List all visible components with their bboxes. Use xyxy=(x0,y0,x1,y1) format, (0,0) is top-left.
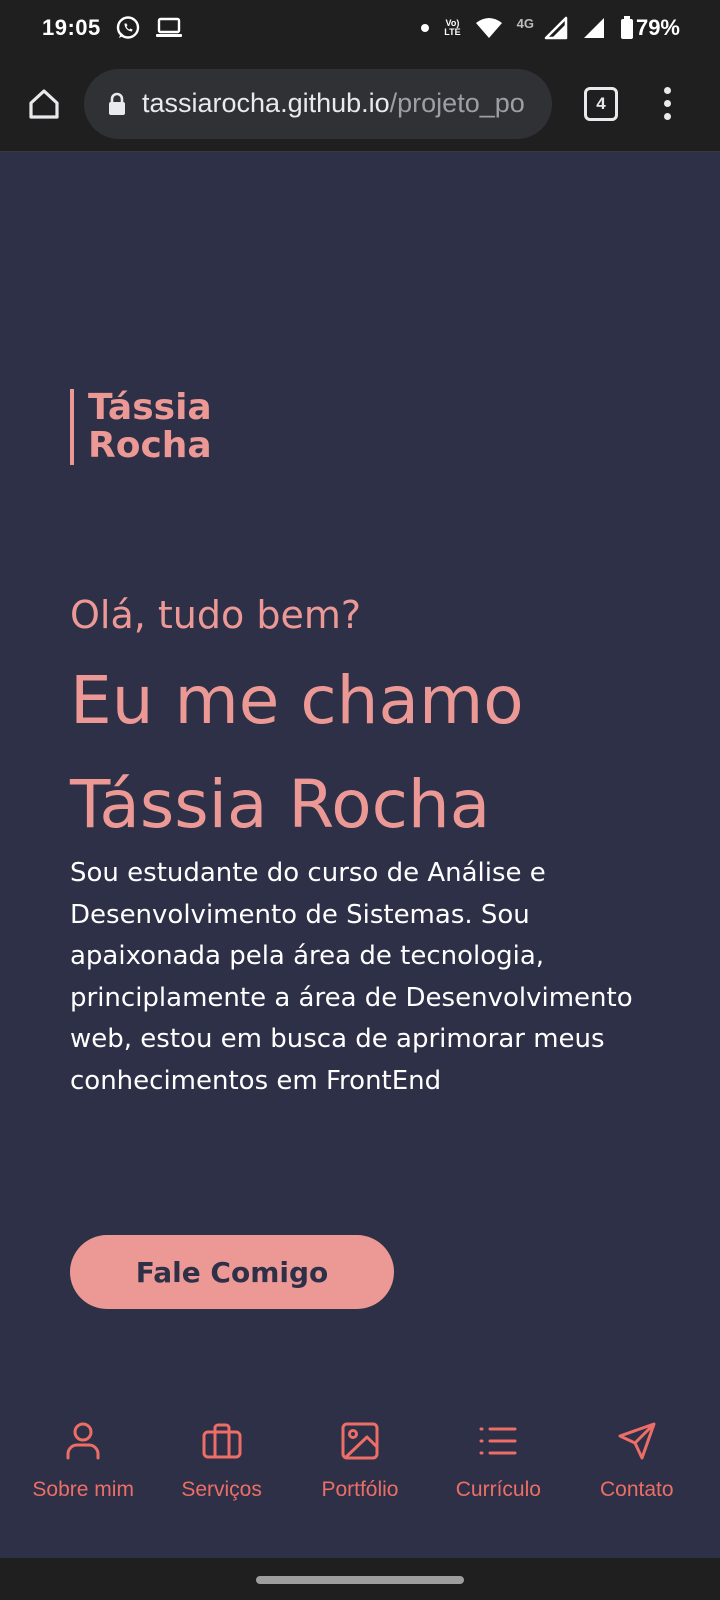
headline-line-1: Eu me chamo xyxy=(70,662,524,739)
volte-bottom-text: LTE xyxy=(444,27,461,37)
signal-icon xyxy=(582,16,606,40)
url-text: tassiarocha.github.io/projeto_po xyxy=(142,88,525,119)
tabs-button[interactable]: 4 xyxy=(584,86,618,121)
nav-label: Serviços xyxy=(181,1478,262,1501)
page-content: Tássia Rocha Olá, tudo bem? Eu me chamo … xyxy=(0,153,720,1558)
contact-me-button[interactable]: Fale Comigo xyxy=(70,1235,394,1309)
status-bar: 19:05 Vo) LTE 4G 79% xyxy=(0,0,720,56)
list-icon xyxy=(478,1418,518,1464)
volte-icon: Vo) LTE xyxy=(444,19,460,37)
gesture-handle[interactable] xyxy=(256,1576,464,1584)
url-path: /projeto_po xyxy=(389,88,525,118)
logo-bar xyxy=(70,389,74,465)
nav-item-curriculo[interactable]: Currículo xyxy=(433,1400,563,1502)
nav-item-sobre-mim[interactable]: Sobre mim xyxy=(18,1400,148,1502)
network-type-label: 4G xyxy=(516,15,534,31)
home-icon xyxy=(29,88,59,119)
bottom-nav: Sobre mim Serviços Portfólio Currículo C… xyxy=(0,1400,720,1558)
dot-icon xyxy=(420,23,430,33)
nav-item-contato[interactable]: Contato xyxy=(572,1400,702,1502)
nav-label: Portfólio xyxy=(321,1478,399,1501)
site-logo[interactable]: Tássia Rocha xyxy=(70,389,212,465)
nav-item-servicos[interactable]: Serviços xyxy=(157,1400,287,1502)
nav-label: Currículo xyxy=(455,1478,541,1501)
address-bar[interactable]: tassiarocha.github.io/projeto_po xyxy=(84,68,552,139)
nav-label: Sobre mim xyxy=(32,1478,134,1501)
user-icon xyxy=(65,1418,101,1464)
whatsapp-icon xyxy=(115,15,141,41)
wifi-icon xyxy=(475,17,503,39)
battery-icon xyxy=(620,16,634,40)
nav-label: Contato xyxy=(599,1478,674,1501)
image-icon xyxy=(341,1418,379,1464)
intro-paragraph: Sou estudante do curso de Análise e Dese… xyxy=(70,858,633,1096)
greeting-text: Olá, tudo bem? xyxy=(70,593,362,637)
browser-toolbar: tassiarocha.github.io/projeto_po 4 xyxy=(0,56,720,152)
logo-line-1: Tássia xyxy=(88,387,212,428)
status-right: Vo) LTE 4G 79% xyxy=(420,15,680,41)
status-left: 19:05 xyxy=(42,15,183,41)
status-time: 19:05 xyxy=(42,15,101,40)
logo-text: Tássia Rocha xyxy=(88,389,212,465)
send-icon xyxy=(617,1418,657,1464)
more-vert-icon[interactable] xyxy=(664,87,671,120)
page-title: Eu me chamo Tássia Rocha xyxy=(70,649,670,857)
tab-count: 4 xyxy=(596,93,606,113)
battery-percent: 79% xyxy=(635,15,680,40)
lock-icon xyxy=(108,92,126,116)
system-gesture-bar xyxy=(0,1558,720,1600)
laptop-icon xyxy=(155,17,183,39)
signal-icon xyxy=(544,16,568,40)
logo-line-2: Rocha xyxy=(88,425,212,466)
briefcase-icon xyxy=(201,1418,243,1464)
nav-item-portfolio[interactable]: Portfólio xyxy=(295,1400,425,1502)
headline-line-2: Tássia Rocha xyxy=(70,766,491,843)
url-host: tassiarocha.github.io xyxy=(142,88,390,118)
home-button[interactable] xyxy=(24,84,64,124)
